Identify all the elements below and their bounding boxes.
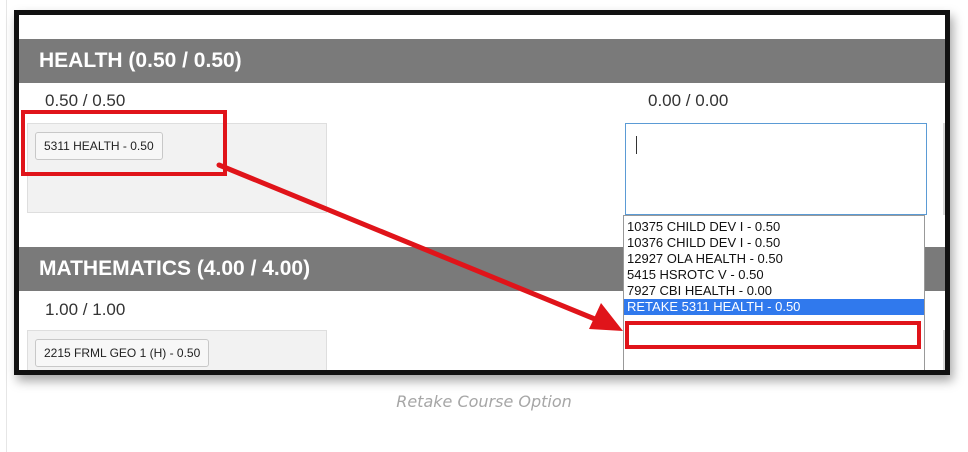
screenshot-frame: HEALTH (0.50 / 0.50) 0.50 / 0.50 0.00 / … — [14, 10, 950, 375]
page-left-rule — [6, 0, 7, 452]
figure-caption: Retake Course Option — [396, 392, 572, 411]
annotation-arrow — [216, 162, 623, 331]
